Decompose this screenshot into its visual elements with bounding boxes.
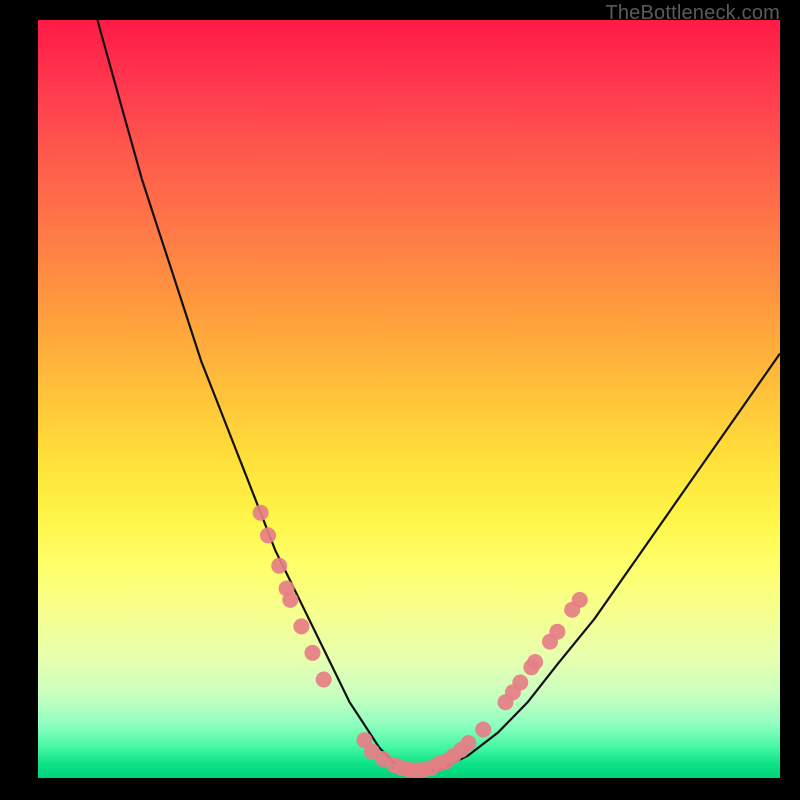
plot-area (38, 20, 780, 778)
curve-marker (253, 505, 269, 521)
curve-marker (260, 527, 276, 543)
curve-marker (549, 624, 565, 640)
curve-marker (316, 672, 332, 688)
curve-marker (293, 618, 309, 634)
curve-marker (512, 675, 528, 691)
marker-group (253, 505, 588, 778)
attribution-label: TheBottleneck.com (605, 2, 780, 25)
curve-marker (282, 592, 298, 608)
curve-marker (460, 735, 476, 751)
curve-marker (305, 645, 321, 661)
chart-frame: TheBottleneck.com (0, 0, 800, 800)
curve-marker (271, 558, 287, 574)
curve-marker (572, 592, 588, 608)
curve-marker (527, 654, 543, 670)
curve-marker (475, 722, 491, 738)
bottleneck-curve (97, 20, 780, 770)
curve-layer (38, 20, 780, 778)
